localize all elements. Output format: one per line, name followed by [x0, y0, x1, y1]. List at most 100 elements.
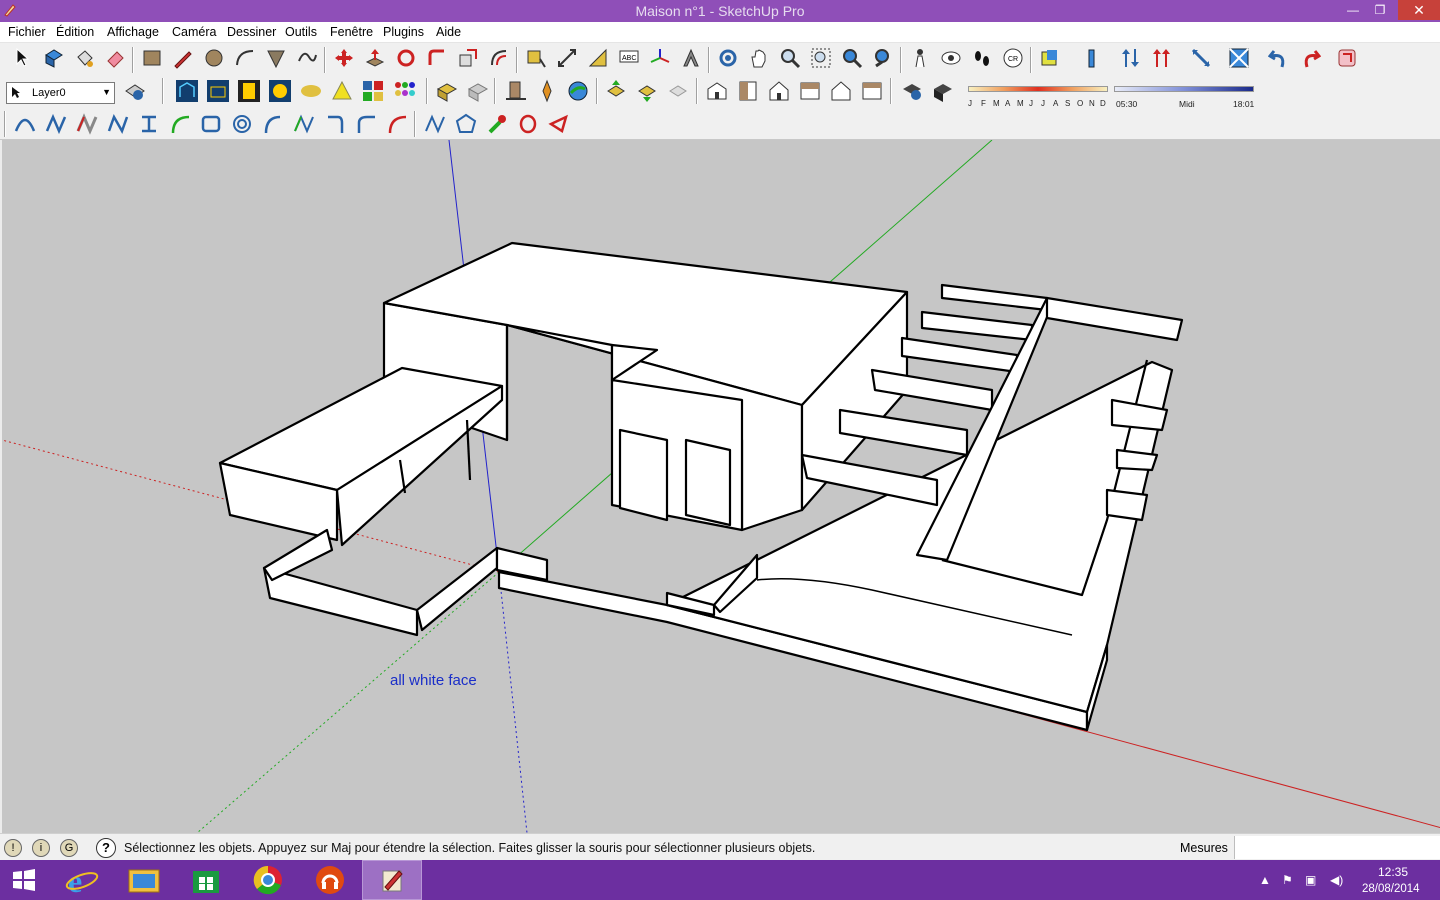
menu-fichier[interactable]: Fichier — [8, 25, 46, 39]
parallelogram-icon[interactable] — [546, 111, 572, 137]
menu-outils[interactable]: Outils — [285, 25, 317, 39]
previous-view-icon[interactable] — [870, 45, 896, 71]
paint-bucket-icon[interactable] — [71, 45, 97, 71]
spiral-icon[interactable] — [229, 111, 255, 137]
orbit-icon[interactable] — [715, 45, 741, 71]
undo-icon[interactable] — [1266, 45, 1292, 71]
front-view-icon[interactable] — [766, 78, 792, 104]
polygon-vertex-icon[interactable] — [453, 111, 479, 137]
iso-view-icon[interactable] — [704, 78, 730, 104]
wrench-icon[interactable] — [484, 111, 510, 137]
look-around-icon[interactable] — [938, 45, 964, 71]
polyline-icon[interactable] — [43, 111, 69, 137]
edit-curve-icon[interactable] — [422, 111, 448, 137]
spline-icon[interactable] — [136, 111, 162, 137]
start-button[interactable] — [0, 860, 48, 900]
google-earth-icon[interactable] — [565, 78, 591, 104]
minimize-button[interactable]: — — [1339, 0, 1367, 20]
credits-icon[interactable]: i — [32, 839, 50, 857]
eraser-icon[interactable] — [102, 45, 128, 71]
menu-edition[interactable]: Édition — [56, 25, 94, 39]
arc-tool-icon[interactable] — [167, 111, 193, 137]
top-view-icon[interactable] — [735, 78, 761, 104]
user-account-icon[interactable]: G — [60, 839, 78, 857]
layer-dropdown[interactable]: Layer0 ▼ — [6, 82, 115, 104]
pan-hand-icon[interactable] — [746, 45, 772, 71]
action-center-flag-icon[interactable]: ⚑ — [1282, 873, 1293, 887]
3d-warehouse-icon[interactable] — [434, 78, 460, 104]
zoom-extents-icon[interactable] — [839, 45, 865, 71]
wireframe-style-icon[interactable] — [205, 78, 231, 104]
music-app-icon[interactable] — [300, 860, 360, 900]
zoom-window-icon[interactable] — [808, 45, 834, 71]
push-pull-icon[interactable] — [362, 45, 388, 71]
solid-union-icon[interactable] — [1037, 45, 1063, 71]
fillet-icon[interactable] — [322, 111, 348, 137]
rounded-rectangle-icon[interactable] — [198, 111, 224, 137]
back-view-icon[interactable] — [828, 78, 854, 104]
clock-date[interactable]: 28/08/2014 — [1362, 883, 1420, 895]
send-to-layout-icon[interactable] — [1334, 45, 1360, 71]
layer-manager-icon[interactable] — [122, 78, 148, 104]
menu-affichage[interactable]: Affichage — [107, 25, 159, 39]
smoove-icon[interactable] — [1188, 45, 1214, 71]
menu-fenetre[interactable]: Fenêtre — [330, 25, 373, 39]
circle-icon[interactable] — [201, 45, 227, 71]
sketchup-taskbar-icon[interactable] — [362, 860, 422, 900]
volume-icon[interactable]: ◀) — [1330, 873, 1343, 887]
hidden-line-style-icon[interactable] — [236, 78, 262, 104]
tray-expand-icon[interactable]: ▲ — [1259, 873, 1271, 887]
chrome-icon[interactable] — [238, 860, 298, 900]
ellipse-icon[interactable] — [515, 111, 541, 137]
clock-time[interactable]: 12:35 — [1378, 865, 1408, 879]
freehand-curve-icon[interactable] — [291, 111, 317, 137]
protractor-icon[interactable] — [585, 45, 611, 71]
make-component-icon[interactable] — [40, 45, 66, 71]
dimension-icon[interactable] — [554, 45, 580, 71]
upload-3d-icon[interactable] — [603, 78, 629, 104]
walk-icon[interactable] — [969, 45, 995, 71]
offset-icon[interactable] — [486, 45, 512, 71]
right-view-icon[interactable] — [797, 78, 823, 104]
textured-style-icon[interactable] — [298, 78, 324, 104]
section-plane-icon[interactable]: CR — [1000, 45, 1026, 71]
add-location-icon[interactable] — [534, 78, 560, 104]
rotate-icon[interactable] — [393, 45, 419, 71]
help-icon[interactable]: ? — [96, 838, 116, 858]
menu-dessiner[interactable]: Dessiner — [227, 25, 276, 39]
position-camera-icon[interactable] — [907, 45, 933, 71]
model-annotation-text[interactable]: all white face — [390, 672, 477, 689]
network-icon[interactable]: ▣ — [1305, 873, 1316, 887]
bezier-icon[interactable] — [12, 111, 38, 137]
freehand-icon[interactable] — [294, 45, 320, 71]
redo-icon[interactable] — [1297, 45, 1323, 71]
3d-text-icon[interactable] — [678, 45, 704, 71]
follow-me-icon[interactable] — [424, 45, 450, 71]
date-slider[interactable] — [968, 86, 1108, 92]
store-icon[interactable] — [176, 860, 236, 900]
monochrome-style-icon[interactable] — [329, 78, 355, 104]
polygon-icon[interactable] — [263, 45, 289, 71]
measures-input[interactable] — [1234, 836, 1440, 859]
select-arrow-icon[interactable] — [9, 45, 35, 71]
rectangle-icon[interactable] — [139, 45, 165, 71]
component-browser-icon[interactable] — [360, 78, 386, 104]
move-icon[interactable] — [331, 45, 357, 71]
menu-aide[interactable]: Aide — [436, 25, 461, 39]
extension-warehouse-icon[interactable] — [665, 78, 691, 104]
zoom-icon[interactable] — [777, 45, 803, 71]
sandbox-from-contours-icon[interactable] — [503, 78, 529, 104]
left-view-icon[interactable] — [859, 78, 885, 104]
catmull-icon[interactable] — [74, 111, 100, 137]
flip-edge-icon[interactable] — [1226, 45, 1252, 71]
scale-icon[interactable] — [455, 45, 481, 71]
sandbox-icon[interactable] — [1080, 45, 1106, 71]
shaded-style-icon[interactable] — [267, 78, 293, 104]
geo-location-icon[interactable]: ! — [4, 839, 22, 857]
red-arc-icon[interactable] — [384, 111, 410, 137]
xray-style-icon[interactable] — [174, 78, 200, 104]
time-slider[interactable] — [1114, 86, 1254, 92]
internet-explorer-icon[interactable]: e — [52, 860, 112, 900]
file-explorer-icon[interactable] — [114, 860, 174, 900]
material-browser-icon[interactable] — [391, 78, 417, 104]
